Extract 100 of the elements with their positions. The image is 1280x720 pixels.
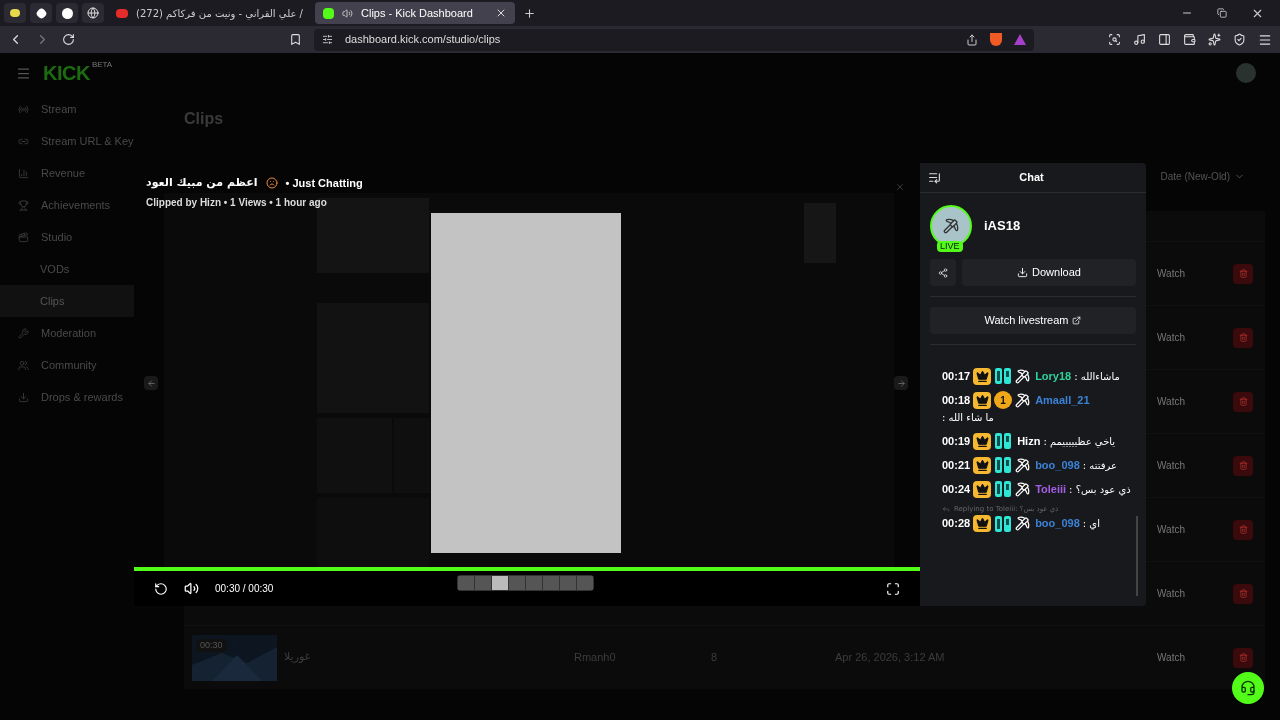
og-badge-icon (994, 514, 1013, 533)
arrow-left-icon (146, 378, 156, 388)
tab-icon[interactable] (56, 3, 78, 23)
restore-icon[interactable] (1217, 8, 1227, 18)
reader-icon[interactable] (1108, 33, 1121, 46)
speaker-icon (342, 7, 353, 19)
pickaxe-badge-icon (1015, 457, 1031, 473)
watch-button[interactable]: Watch (1149, 522, 1193, 537)
coin-badge: 1 (994, 391, 1013, 409)
sidebar-item[interactable]: Moderation (0, 317, 134, 349)
trash-icon (1238, 589, 1248, 598)
sidebar-item[interactable]: Drops & rewards (0, 381, 134, 413)
reply-icon (942, 505, 950, 514)
segment-thumb[interactable] (560, 576, 576, 590)
crown-badge-icon (973, 367, 992, 385)
close-tab-icon[interactable] (495, 7, 507, 19)
download-button[interactable]: Download (962, 259, 1136, 286)
crown-badge-icon (973, 432, 992, 450)
pickaxe-badge-icon (1015, 481, 1031, 497)
og-badge-icon (994, 480, 1013, 498)
share-button[interactable] (930, 259, 956, 286)
watch-button[interactable]: Watch (1149, 650, 1193, 665)
next-button[interactable] (894, 376, 908, 390)
segment-thumb[interactable] (458, 576, 474, 590)
replay-icon[interactable] (154, 581, 168, 596)
wallet-icon[interactable] (1183, 33, 1196, 46)
sidebar-item[interactable]: Clips (0, 285, 134, 317)
external-link-icon (1072, 316, 1082, 325)
support-button[interactable] (1232, 672, 1264, 704)
triangle-icon[interactable] (1014, 34, 1026, 45)
trash-icon (1238, 269, 1248, 278)
shield-icon[interactable] (1233, 33, 1246, 46)
sidebar-item[interactable]: Stream URL & Key (0, 125, 134, 157)
share-icon[interactable] (966, 33, 978, 46)
pickaxe-icon (943, 218, 959, 234)
new-tab-icon[interactable] (523, 6, 536, 20)
globe-tab-icon[interactable] (82, 3, 104, 23)
share-icon (938, 267, 948, 278)
og-badge-icon (994, 432, 1013, 450)
crown-badge-icon (973, 480, 992, 498)
volume-icon[interactable] (184, 581, 199, 596)
watch-button[interactable]: Watch (1149, 394, 1193, 409)
sparkle-icon[interactable] (1208, 33, 1221, 46)
kick-logo: KICK (43, 61, 90, 86)
segment-thumb[interactable] (526, 576, 542, 590)
download-icon (1017, 267, 1029, 278)
category-link[interactable]: • Just Chatting (285, 175, 363, 192)
watch-livestream-button[interactable]: Watch livestream (930, 307, 1136, 334)
live-badge: LIVE (937, 241, 963, 252)
tab-icon[interactable] (4, 3, 26, 23)
sidebar-item-icon (18, 231, 29, 243)
sidebar-item[interactable]: Studio (0, 221, 134, 253)
arrow-right-icon (896, 378, 906, 388)
clip-thumbnail[interactable]: 00:30 (192, 634, 277, 681)
segment-thumb[interactable] (492, 576, 508, 590)
shield-lion-icon[interactable] (990, 33, 1002, 46)
segment-thumb[interactable] (543, 576, 559, 590)
video-logo-icon (116, 8, 128, 18)
crown-badge-icon (973, 391, 992, 409)
watch-button[interactable]: Watch (1149, 330, 1193, 345)
sort-dropdown[interactable]: Date (New-Old) (1160, 169, 1245, 184)
trash-icon (1238, 397, 1248, 406)
headset-icon (1240, 680, 1256, 696)
music-icon[interactable] (1133, 33, 1146, 46)
menu-icon[interactable] (1258, 32, 1272, 47)
tab-icon[interactable] (30, 3, 52, 23)
sidebar-item[interactable]: Revenue (0, 157, 134, 189)
sidebar-item[interactable]: Community (0, 349, 134, 381)
sidebar-item-icon (18, 327, 29, 339)
watch-button[interactable]: Watch (1149, 586, 1193, 601)
bookmark-icon[interactable] (289, 33, 302, 46)
sidebar-icon[interactable] (1158, 33, 1171, 46)
browser-tab[interactable]: Clips - Kick Dashboard (315, 2, 515, 24)
segment-thumb[interactable] (475, 576, 491, 590)
trash-icon (1238, 653, 1248, 662)
segment-thumb[interactable] (509, 576, 525, 590)
sidebar-item[interactable]: Achievements (0, 189, 134, 221)
previous-button[interactable] (144, 376, 158, 390)
trash-icon (1238, 461, 1248, 470)
crown-badge-icon (973, 456, 992, 474)
trash-icon (1238, 333, 1248, 342)
fullscreen-icon[interactable] (886, 581, 900, 596)
address-bar[interactable]: dashboard.kick.com/studio/clips (314, 28, 1034, 51)
sad-face-icon (265, 177, 278, 190)
kick-logo-icon (323, 7, 334, 19)
reload-icon[interactable] (62, 33, 75, 46)
clip-meta: Clipped by Hizn • 1 Views • 1 hour ago (146, 195, 328, 210)
sidebar-item[interactable]: Stream (0, 93, 134, 125)
segment-thumb[interactable] (577, 576, 593, 590)
sidebar-item[interactable]: VODs (0, 253, 134, 285)
watch-button[interactable]: Watch (1149, 458, 1193, 473)
tab-title: Clips - Kick Dashboard (361, 5, 474, 21)
chat-title: Chat (1018, 170, 1045, 186)
og-badge-icon (994, 456, 1013, 474)
watch-button[interactable]: Watch (1149, 266, 1193, 281)
sidebar-item-icon (18, 167, 29, 179)
site-settings-icon[interactable] (322, 34, 333, 45)
clip-title: اعظم من مبيك العود (146, 175, 258, 191)
collapse-icon[interactable] (928, 171, 941, 184)
tab-title: (272) علي القراني - ونيت من فركاكم / (136, 6, 303, 21)
